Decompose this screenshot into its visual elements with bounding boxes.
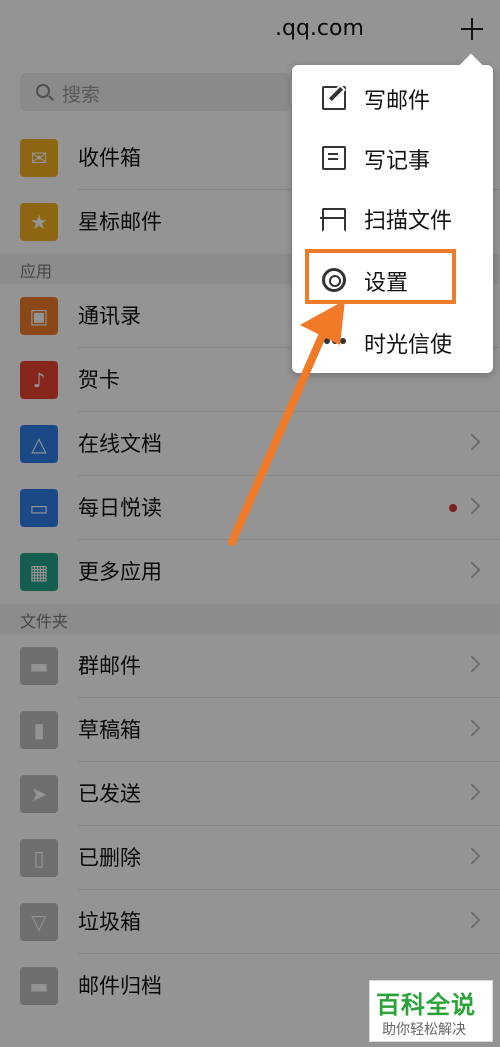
menu-item-time-messenger[interactable]: 时光信使 <box>292 311 493 373</box>
menu-item-label: 写邮件 <box>364 89 431 114</box>
menu-item-label: 扫描文件 <box>364 209 453 234</box>
menu-item-note[interactable]: 写记事 <box>292 127 493 189</box>
note-icon <box>322 146 346 170</box>
menu-item-scan[interactable]: 扫描文件 <box>292 187 493 249</box>
watermark-title: 百科全说 <box>376 991 476 1019</box>
watermark-subtitle: 助你轻松解决 <box>382 1022 466 1038</box>
dots-icon <box>322 330 346 354</box>
popup-menu: 写邮件 写记事 扫描文件 设置 时光信使 <box>292 65 493 373</box>
edit-icon <box>322 86 346 110</box>
menu-item-compose[interactable]: 写邮件 <box>292 67 493 129</box>
menu-item-label: 时光信使 <box>364 333 453 358</box>
scan-icon <box>320 206 346 232</box>
menu-item-label: 写记事 <box>364 149 431 174</box>
settings-highlight-box <box>305 249 456 304</box>
watermark-logo: 百科全说 助你轻松解决 <box>369 980 493 1042</box>
